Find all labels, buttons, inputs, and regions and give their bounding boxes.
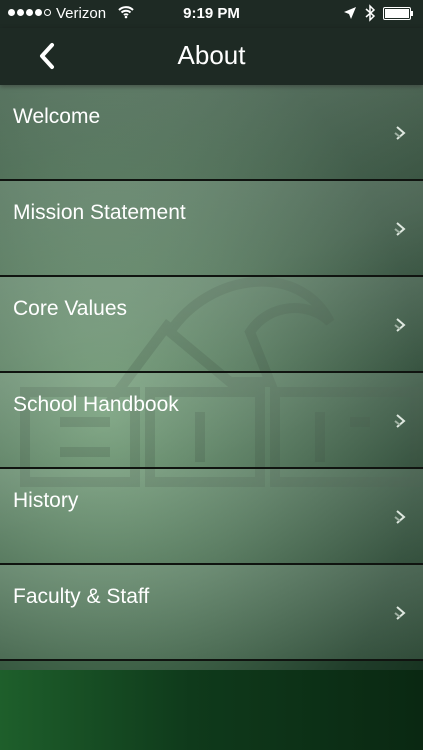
chevron-right-icon: [394, 510, 406, 524]
chevron-right-icon: [394, 126, 406, 140]
menu-item-label: Faculty & Staff: [13, 585, 150, 608]
about-menu-list: Welcome Mission Statement Core Values Sc…: [0, 85, 423, 661]
battery-icon: [383, 7, 411, 20]
menu-item-label: Core Values: [13, 297, 128, 320]
clock: 9:19 PM: [183, 5, 240, 22]
menu-item-welcome[interactable]: Welcome: [0, 85, 423, 181]
status-bar: Verizon 9:19 PM: [0, 0, 423, 28]
menu-item-faculty-staff[interactable]: Faculty & Staff: [0, 565, 423, 661]
bluetooth-icon: [365, 4, 376, 22]
page-title: About: [177, 40, 246, 70]
menu-item-core-values[interactable]: Core Values: [0, 277, 423, 373]
bottom-background-band: [0, 670, 423, 750]
menu-item-history[interactable]: History: [0, 469, 423, 565]
navigation-bar: About: [0, 28, 423, 85]
menu-item-label: Welcome: [13, 105, 101, 128]
menu-item-label: Mission Statement: [13, 201, 186, 224]
chevron-right-icon: [394, 606, 406, 620]
location-arrow-icon: [344, 7, 356, 19]
chevron-right-icon: [394, 318, 406, 332]
menu-item-school-handbook[interactable]: School Handbook: [0, 373, 423, 469]
chevron-right-icon: [394, 222, 406, 236]
chevron-right-icon: [394, 414, 406, 428]
battery-tip: [411, 11, 413, 16]
menu-item-label: School Handbook: [13, 393, 179, 416]
menu-item-mission-statement[interactable]: Mission Statement: [0, 181, 423, 277]
menu-item-label: History: [13, 489, 79, 512]
